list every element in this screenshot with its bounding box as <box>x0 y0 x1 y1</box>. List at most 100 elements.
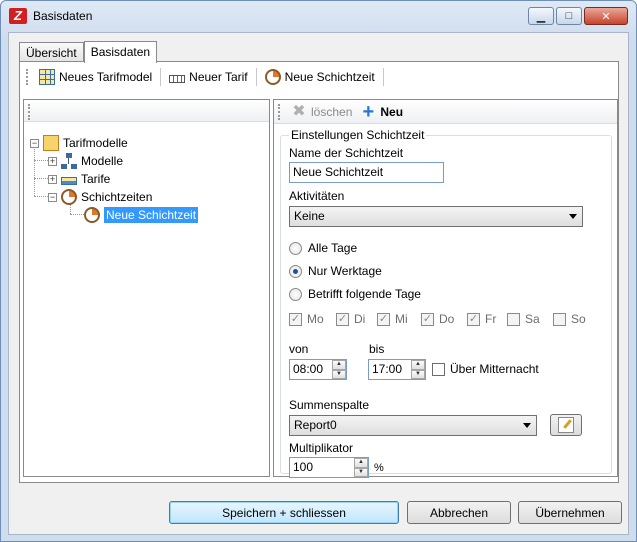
tariff-models-icon <box>43 135 59 151</box>
delete-button[interactable]: ✖ löschen <box>287 102 356 122</box>
details-toolbar: ✖ löschen + Neu <box>274 100 617 124</box>
new-tariff-label: Neuer Tarif <box>189 70 248 84</box>
tree-node-neue-schichtzeit[interactable]: Neue Schichtzeit <box>84 206 199 224</box>
radio-workdays[interactable]: Nur Werktage <box>289 264 382 278</box>
radio-following-days[interactable]: Betrifft folgende Tage <box>289 287 421 301</box>
activities-value: Keine <box>294 209 325 223</box>
tariffs-icon <box>61 177 77 185</box>
cancel-button[interactable]: Abbrechen <box>407 501 511 524</box>
day-checkbox-di[interactable]: ✓ Di <box>336 312 365 326</box>
minimize-button[interactable]: ▁ <box>528 7 554 25</box>
toolbar-separator <box>382 68 384 86</box>
tree-node-modelle[interactable]: + Modelle <box>48 152 123 170</box>
tree-node-schichtzeiten[interactable]: − Schichtzeiten <box>48 188 152 206</box>
expand-toggle[interactable]: + <box>48 156 57 166</box>
save-and-close-button[interactable]: Speichern + schliessen <box>169 501 399 524</box>
collapse-toggle[interactable]: − <box>48 192 57 202</box>
new-shift-time-label: Neue Schichtzeit <box>284 70 375 84</box>
new-button[interactable]: + Neu <box>356 102 407 122</box>
edit-icon <box>558 417 574 433</box>
radio-label: Betrifft folgende Tage <box>308 287 421 301</box>
from-label: von <box>289 342 309 356</box>
day-checkbox-do[interactable]: ✓ Do <box>421 312 454 326</box>
activities-label: Aktivitäten <box>289 189 345 203</box>
day-checkbox-mo[interactable]: ✓ Mo <box>289 312 324 326</box>
edit-sum-column-button[interactable] <box>550 414 582 436</box>
checkbox-box <box>553 312 566 326</box>
spin-down-icon[interactable]: ▼ <box>332 369 346 379</box>
caption-buttons: ▁ □ ✕ <box>528 7 628 25</box>
tree-pane: − Tarifmodelle + Modelle + Tarife − Schi… <box>23 99 270 477</box>
day-checkbox-sa[interactable]: Sa <box>507 312 540 326</box>
day-checkbox-mi[interactable]: ✓ Mi <box>377 312 408 326</box>
tree-line <box>34 160 48 161</box>
sum-column-value: Report0 <box>294 418 337 432</box>
tree-node-label: Neue Schichtzeit <box>104 207 199 223</box>
tab-basisdaten[interactable]: Basisdaten <box>83 41 158 63</box>
tab-uebersicht[interactable]: Übersicht <box>19 42 84 62</box>
tree-toolbar-grip[interactable] <box>28 104 31 120</box>
shift-time-icon <box>264 69 281 85</box>
over-midnight-label: Über Mitternacht <box>450 362 539 376</box>
tariff-model-icon <box>39 69 55 85</box>
checkmark-icon: ✓ <box>421 312 434 326</box>
collapse-toggle[interactable]: − <box>30 138 39 148</box>
activities-dropdown[interactable]: Keine <box>289 206 583 227</box>
spin-up-icon[interactable]: ▲ <box>354 458 368 468</box>
maximize-icon: □ <box>565 10 573 22</box>
sum-column-dropdown[interactable]: Report0 <box>289 415 537 436</box>
tree-line <box>34 178 48 179</box>
day-checkbox-so[interactable]: So <box>553 312 586 326</box>
day-label: Do <box>439 312 455 326</box>
tree-line <box>70 214 84 215</box>
shift-times-icon <box>61 189 77 205</box>
spin-down-icon[interactable]: ▼ <box>411 369 425 379</box>
maximize-button[interactable]: □ <box>556 7 582 25</box>
to-time-stepper[interactable]: 17:00 ▲ ▼ <box>368 359 426 380</box>
tree-node-tarife[interactable]: + Tarife <box>48 170 110 188</box>
details-toolbar-grip[interactable] <box>278 103 281 120</box>
new-tariff-model-button[interactable]: Neues Tarifmodel <box>35 67 156 87</box>
spin-up-icon[interactable]: ▲ <box>411 360 425 370</box>
toolbar-grip[interactable] <box>26 69 29 85</box>
tariff-icon <box>169 75 186 83</box>
new-shift-time-button[interactable]: Neue Schichtzeit <box>261 67 379 87</box>
multiplier-value: 100 <box>293 460 314 474</box>
main-toolbar: Neues Tarifmodel Neuer Tarif Neue Schich… <box>22 64 616 90</box>
to-label: bis <box>369 342 385 356</box>
window-client-area: Übersicht Basisdaten Neues Tarifmodel Ne… <box>8 32 629 535</box>
tree-node-label: Schichtzeiten <box>81 190 153 204</box>
toolbar-separator <box>255 68 257 86</box>
spin-buttons: ▲ ▼ <box>354 458 368 477</box>
apply-button[interactable]: Übernehmen <box>518 501 622 524</box>
checkmark-icon: ✓ <box>467 312 480 326</box>
from-time-stepper[interactable]: 08:00 ▲ ▼ <box>289 359 347 380</box>
checkbox-box <box>507 312 520 326</box>
checkmark-icon: ✓ <box>377 312 390 326</box>
shift-name-input[interactable]: Neue Schichtzeit <box>289 162 444 183</box>
tree-node-label: Modelle <box>81 154 124 168</box>
tree-node-label: Tarifmodelle <box>63 136 128 150</box>
basisdaten-window: Z Basisdaten ▁ □ ✕ Übersicht Basisdaten … <box>0 0 637 542</box>
day-checkbox-fr[interactable]: ✓ Fr <box>467 312 496 326</box>
delete-label: löschen <box>311 104 353 119</box>
tree-node-tarifmodelle[interactable]: − Tarifmodelle <box>30 134 128 152</box>
expand-toggle[interactable]: + <box>48 174 57 184</box>
tab-strip: Übersicht Basisdaten <box>19 40 158 63</box>
title-bar[interactable]: Z Basisdaten ▁ □ ✕ <box>1 1 636 31</box>
close-button[interactable]: ✕ <box>584 7 628 25</box>
day-label: So <box>571 312 586 326</box>
toolbar-separator <box>160 68 162 86</box>
over-midnight-checkbox[interactable]: Über Mitternacht <box>432 362 539 376</box>
tree-line <box>34 196 48 197</box>
plus-icon: + <box>362 100 375 123</box>
new-tariff-model-label: Neues Tarifmodel <box>59 70 153 84</box>
day-label: Mo <box>307 312 324 326</box>
multiplier-stepper[interactable]: 100 ▲ ▼ <box>289 457 369 478</box>
new-tariff-button[interactable]: Neuer Tarif <box>165 68 251 86</box>
chevron-down-icon <box>569 214 577 219</box>
spin-up-icon[interactable]: ▲ <box>332 360 346 370</box>
day-label: Di <box>354 312 366 326</box>
radio-all-days[interactable]: Alle Tage <box>289 241 357 255</box>
spin-down-icon[interactable]: ▼ <box>354 467 368 477</box>
